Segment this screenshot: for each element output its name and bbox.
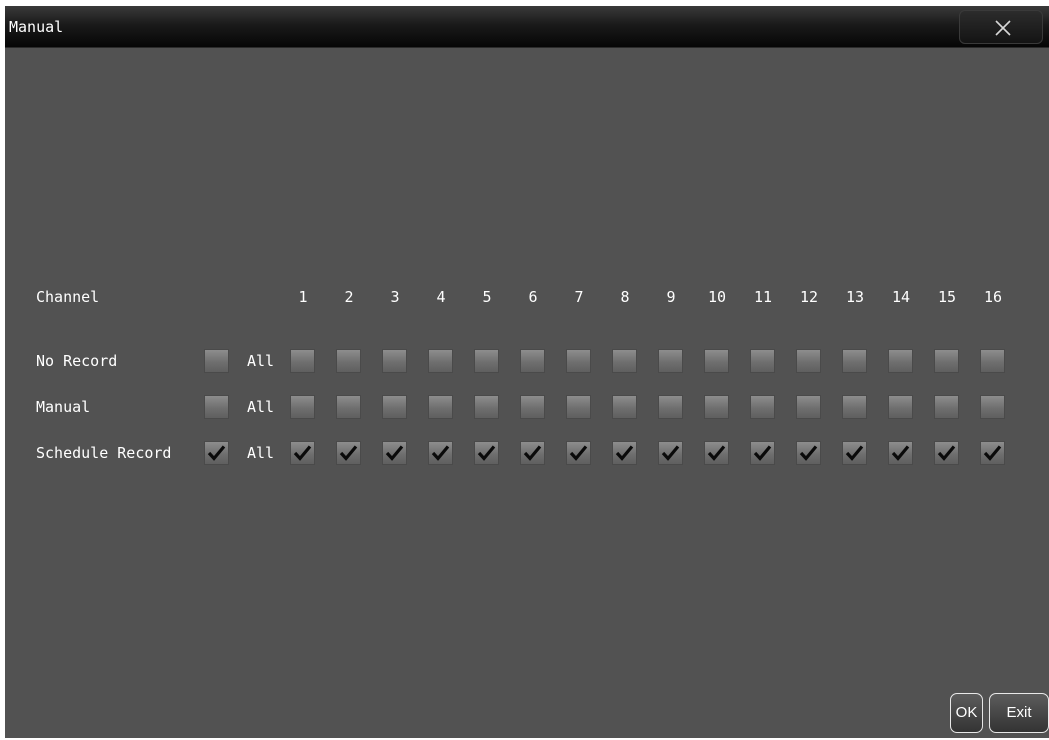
manual-channel-14-checkbox[interactable] [888,395,913,419]
channel-number-2: 2 [344,288,354,306]
schedule-record-channel-5-checkbox[interactable] [474,441,499,465]
no-record-row-label: No Record [36,352,118,370]
checkmark-icon [339,445,358,461]
no-record-channel-1-checkbox[interactable] [290,349,315,373]
checkmark-icon [293,445,312,461]
manual-channel-8-checkbox[interactable] [612,395,637,419]
no-record-channel-16-checkbox[interactable] [980,349,1005,373]
no-record-channel-3-checkbox[interactable] [382,349,407,373]
checkmark-icon [523,445,542,461]
no-record-channel-13-checkbox[interactable] [842,349,867,373]
exit-button[interactable]: Exit [989,693,1049,733]
channel-number-12: 12 [799,288,819,306]
channel-number-3: 3 [390,288,400,306]
channel-number-8: 8 [620,288,630,306]
checkmark-icon [477,445,496,461]
channel-number-4: 4 [436,288,446,306]
schedule-record-row-label: Schedule Record [36,444,172,462]
no-record-channel-2-checkbox[interactable] [336,349,361,373]
channel-number-10: 10 [707,288,727,306]
manual-channel-2-checkbox[interactable] [336,395,361,419]
checkmark-icon [661,445,680,461]
channel-number-9: 9 [666,288,676,306]
channel-number-16: 16 [983,288,1003,306]
no-record-channel-8-checkbox[interactable] [612,349,637,373]
no-record-channel-7-checkbox[interactable] [566,349,591,373]
close-icon [995,20,1011,36]
close-button[interactable] [959,10,1043,44]
schedule-record-channel-9-checkbox[interactable] [658,441,683,465]
checkmark-icon [845,445,864,461]
schedule-record-channel-11-checkbox[interactable] [750,441,775,465]
schedule-record-channel-1-checkbox[interactable] [290,441,315,465]
manual-channel-16-checkbox[interactable] [980,395,1005,419]
manual-channel-12-checkbox[interactable] [796,395,821,419]
checkmark-icon [753,445,772,461]
schedule-record-channel-3-checkbox[interactable] [382,441,407,465]
channel-number-11: 11 [753,288,773,306]
checkmark-icon [385,445,404,461]
channel-header: Channel [36,288,100,306]
checkmark-icon [937,445,956,461]
manual-channel-5-checkbox[interactable] [474,395,499,419]
schedule-record-all-label: All [247,444,275,462]
manual-all-label: All [247,398,275,416]
schedule-record-all-checkbox[interactable] [204,441,229,465]
no-record-channel-11-checkbox[interactable] [750,349,775,373]
manual-channel-3-checkbox[interactable] [382,395,407,419]
no-record-channel-9-checkbox[interactable] [658,349,683,373]
checkmark-icon [207,445,226,461]
manual-channel-4-checkbox[interactable] [428,395,453,419]
schedule-record-channel-10-checkbox[interactable] [704,441,729,465]
title-bar[interactable]: Manual [5,6,1049,48]
schedule-record-channel-2-checkbox[interactable] [336,441,361,465]
manual-channel-6-checkbox[interactable] [520,395,545,419]
channel-number-5: 5 [482,288,492,306]
schedule-record-channel-13-checkbox[interactable] [842,441,867,465]
manual-channel-15-checkbox[interactable] [934,395,959,419]
ok-button[interactable]: OK [950,693,983,733]
channel-number-13: 13 [845,288,865,306]
manual-channel-10-checkbox[interactable] [704,395,729,419]
channel-number-15: 15 [937,288,957,306]
checkmark-icon [891,445,910,461]
no-record-channel-10-checkbox[interactable] [704,349,729,373]
channel-number-1: 1 [298,288,308,306]
schedule-record-channel-15-checkbox[interactable] [934,441,959,465]
manual-channel-1-checkbox[interactable] [290,395,315,419]
schedule-record-channel-14-checkbox[interactable] [888,441,913,465]
checkmark-icon [569,445,588,461]
manual-channel-9-checkbox[interactable] [658,395,683,419]
manual-channel-7-checkbox[interactable] [566,395,591,419]
schedule-record-channel-4-checkbox[interactable] [428,441,453,465]
schedule-record-channel-7-checkbox[interactable] [566,441,591,465]
checkmark-icon [707,445,726,461]
checkmark-icon [983,445,1002,461]
no-record-channel-5-checkbox[interactable] [474,349,499,373]
schedule-record-channel-16-checkbox[interactable] [980,441,1005,465]
channel-number-6: 6 [528,288,538,306]
checkmark-icon [799,445,818,461]
checkmark-icon [615,445,634,461]
manual-record-dialog: Manual Channel 1 2 3 4 5 6 7 8 9 10 11 12 13 14 15 16 N… [5,6,1049,738]
manual-row-label: Manual [36,398,91,416]
schedule-record-channel-8-checkbox[interactable] [612,441,637,465]
no-record-channel-15-checkbox[interactable] [934,349,959,373]
no-record-channel-6-checkbox[interactable] [520,349,545,373]
checkmark-icon [431,445,450,461]
manual-channel-13-checkbox[interactable] [842,395,867,419]
no-record-channel-4-checkbox[interactable] [428,349,453,373]
no-record-channel-14-checkbox[interactable] [888,349,913,373]
schedule-record-channel-6-checkbox[interactable] [520,441,545,465]
channel-number-14: 14 [891,288,911,306]
manual-channel-11-checkbox[interactable] [750,395,775,419]
window-title: Manual [9,18,64,36]
schedule-record-channel-12-checkbox[interactable] [796,441,821,465]
no-record-all-label: All [247,352,275,370]
manual-all-checkbox[interactable] [204,395,229,419]
no-record-channel-12-checkbox[interactable] [796,349,821,373]
channel-number-7: 7 [574,288,584,306]
no-record-all-checkbox[interactable] [204,349,229,373]
